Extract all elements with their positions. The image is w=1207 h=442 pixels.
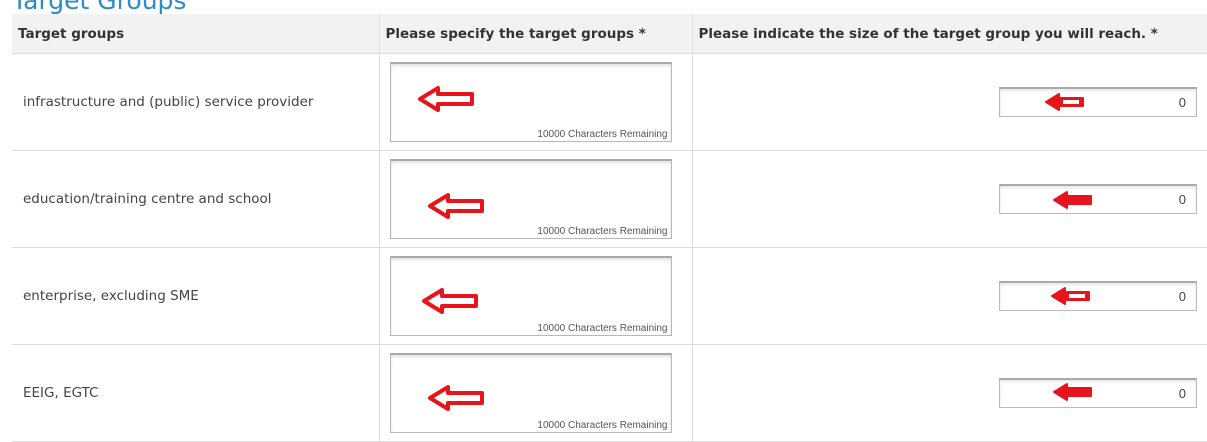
- table-header-row: Target groups Please specify the target …: [12, 14, 1207, 54]
- target-group-size-cell: 0: [692, 53, 1207, 151]
- target-group-description-textarea[interactable]: 10000 Characters Remaining: [389, 353, 672, 433]
- target-group-size-input[interactable]: 0: [999, 184, 1197, 214]
- target-group-description-cell: 10000 Characters Remaining: [379, 344, 693, 442]
- target-group-description-cell: 10000 Characters Remaining: [379, 53, 693, 151]
- target-group-name-cell: enterprise, excluding SME: [12, 247, 380, 345]
- target-group-size-cell: 0: [692, 150, 1207, 248]
- target-group-size-input[interactable]: 0: [999, 281, 1197, 311]
- target-group-name: infrastructure and (public) service prov…: [23, 94, 314, 110]
- target-group-description-textarea[interactable]: 10000 Characters Remaining: [389, 256, 672, 336]
- characters-remaining-counter: 10000 Characters Remaining: [537, 420, 668, 431]
- characters-remaining-counter: 10000 Characters Remaining: [537, 226, 668, 237]
- left-arrow-icon: [1045, 93, 1084, 111]
- target-group-description-textarea[interactable]: 10000 Characters Remaining: [389, 159, 672, 239]
- target-group-size-input[interactable]: 0: [999, 378, 1197, 408]
- characters-remaining-counter: 10000 Characters Remaining: [537, 323, 668, 334]
- left-arrow-icon: [1053, 383, 1092, 401]
- target-group-size-input[interactable]: 0: [999, 87, 1197, 117]
- target-group-description-textarea[interactable]: 10000 Characters Remaining: [389, 62, 672, 142]
- characters-remaining-counter: 10000 Characters Remaining: [537, 129, 668, 140]
- table-row: EEIG, EGTC 10000 Characters Remaining 0: [12, 344, 1207, 442]
- column-header-specify-groups: Please specify the target groups *: [379, 14, 693, 54]
- table-row: infrastructure and (public) service prov…: [12, 53, 1207, 151]
- target-group-description-cell: 10000 Characters Remaining: [379, 150, 693, 248]
- left-arrow-icon: [421, 288, 478, 314]
- target-group-size-cell: 0: [692, 344, 1207, 442]
- left-arrow-icon: [427, 193, 484, 219]
- column-header-group-size: Please indicate the size of the target g…: [692, 14, 1207, 54]
- column-header-target-groups: Target groups: [12, 14, 380, 54]
- left-arrow-icon: [417, 86, 474, 112]
- left-arrow-icon: [427, 385, 484, 411]
- target-group-name: education/training centre and school: [23, 191, 272, 207]
- target-group-name: enterprise, excluding SME: [23, 288, 199, 304]
- target-group-description-cell: 10000 Characters Remaining: [379, 247, 693, 345]
- left-arrow-icon: [1051, 287, 1090, 305]
- left-arrow-icon: [1053, 191, 1092, 209]
- target-group-name-cell: education/training centre and school: [12, 150, 380, 248]
- table-row: enterprise, excluding SME 10000 Characte…: [12, 247, 1207, 345]
- target-group-name-cell: EEIG, EGTC: [12, 344, 380, 442]
- target-group-size-cell: 0: [692, 247, 1207, 345]
- target-groups-table: Target groups Please specify the target …: [12, 14, 1207, 442]
- table-row: education/training centre and school 100…: [12, 150, 1207, 248]
- target-group-name: EEIG, EGTC: [23, 385, 99, 401]
- target-group-name-cell: infrastructure and (public) service prov…: [12, 53, 380, 151]
